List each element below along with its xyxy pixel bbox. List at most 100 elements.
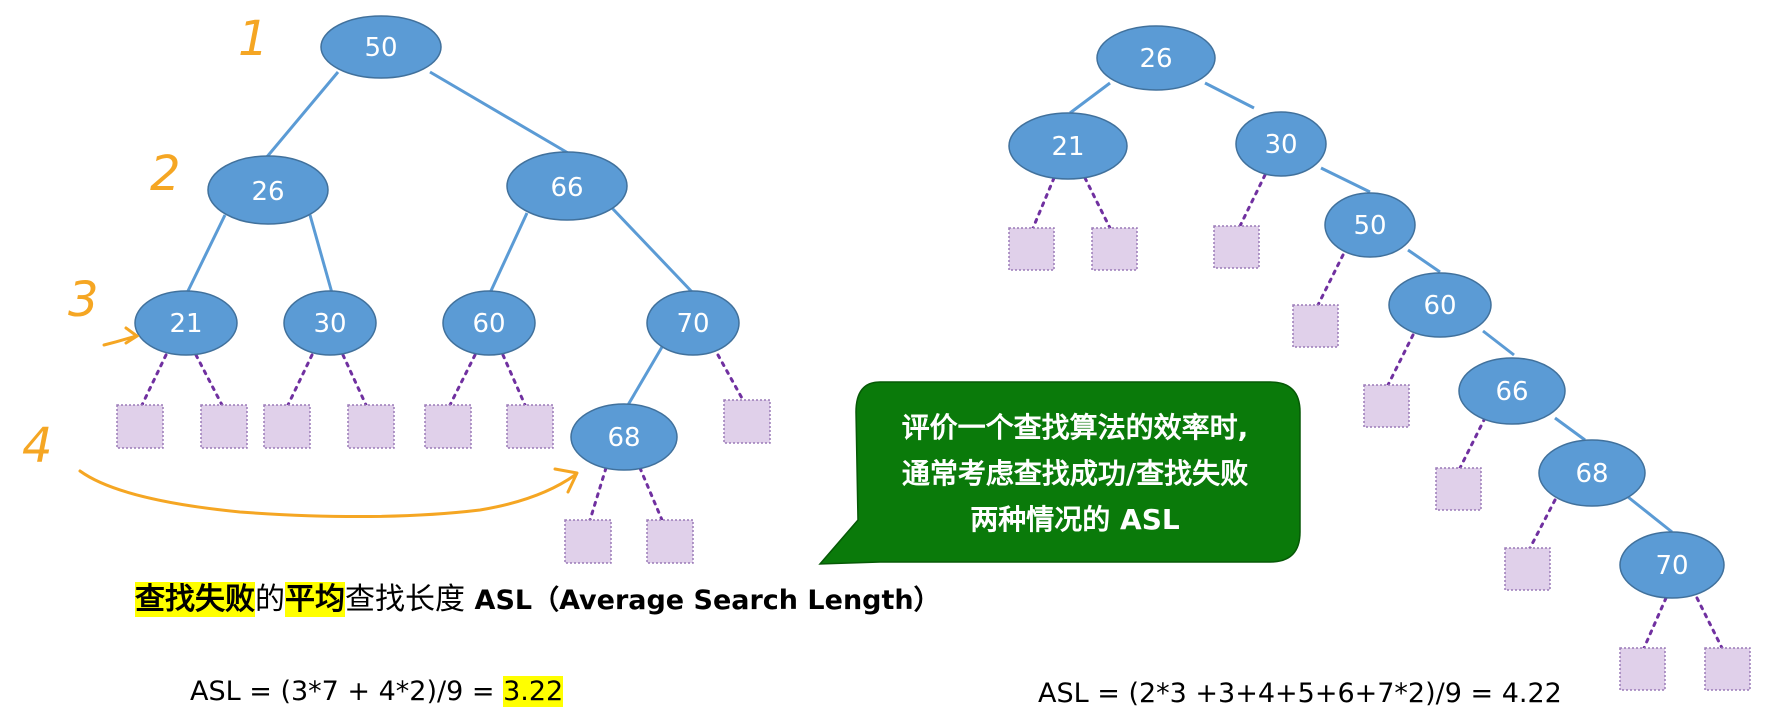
node-label: 21 xyxy=(1051,132,1084,162)
tree-node: 68 xyxy=(1538,439,1646,507)
node-label: 66 xyxy=(1495,377,1528,407)
failure-node-box xyxy=(116,404,164,449)
tree-node: 50 xyxy=(320,15,442,79)
callout-text: 评价一个查找算法的效率时, 通常考虑查找成功/查找失败 两种情况的 ASL xyxy=(850,405,1300,543)
tree-node: 70 xyxy=(1619,531,1725,599)
failure-node-box xyxy=(646,519,694,564)
edge-68-70 xyxy=(1627,495,1673,534)
node-label: 21 xyxy=(169,309,202,339)
node-label: 70 xyxy=(1655,551,1688,581)
tree-node: 21 xyxy=(1008,112,1128,180)
edge-50-60 xyxy=(1407,248,1441,274)
caption-text: 查找长度 xyxy=(345,582,475,617)
edge-50-26 xyxy=(264,71,340,159)
failure-node-box xyxy=(1091,227,1138,271)
callout-line: 两种情况的 ASL xyxy=(970,503,1180,536)
node-label: 66 xyxy=(550,173,583,203)
fail-edge xyxy=(194,353,224,407)
caption-asl-term: ASL（Average Search Length） xyxy=(474,585,941,616)
node-label: 68 xyxy=(607,423,640,453)
failure-node-box xyxy=(1008,227,1055,271)
tree-node: 68 xyxy=(570,403,678,471)
tree-node: 21 xyxy=(134,290,238,356)
failure-node-box xyxy=(723,399,771,444)
node-label: 30 xyxy=(1264,130,1297,160)
failure-node-box xyxy=(200,404,248,449)
edge-26-30 xyxy=(1204,81,1255,110)
node-label: 26 xyxy=(1139,44,1172,74)
formula-expression: ASL = (3*7 + 4*2)/9 = xyxy=(190,676,504,707)
node-label: 60 xyxy=(1423,291,1456,321)
callout-line: 评价一个查找算法的效率时, xyxy=(901,411,1249,444)
node-label: 60 xyxy=(472,309,505,339)
tree-node: 30 xyxy=(283,290,377,356)
caption-highlight-average: 平均 xyxy=(285,582,345,617)
fail-edge xyxy=(1316,253,1345,307)
tree-node: 26 xyxy=(1096,25,1216,91)
fail-edge xyxy=(1238,173,1267,228)
failure-node-box xyxy=(1504,547,1551,591)
left-tree-nodes: 50 26 66 21 30 60 70 68 xyxy=(134,15,740,471)
edge-66-68 xyxy=(1554,416,1586,442)
failure-node-box xyxy=(506,404,554,449)
edge-26-21 xyxy=(185,214,227,294)
edge-26-30 xyxy=(308,214,334,294)
node-label: 26 xyxy=(251,177,284,207)
tree-node: 60 xyxy=(442,290,536,356)
fail-edge xyxy=(588,466,608,522)
left-tree-edges xyxy=(185,70,695,406)
asl-caption: 查找失败的平均查找长度 ASL（Average Search Length） xyxy=(135,574,941,618)
failure-node-box xyxy=(1292,304,1339,348)
edge-70-68 xyxy=(626,346,664,406)
node-label: 70 xyxy=(676,309,709,339)
curved-arrow-icon xyxy=(78,469,577,519)
tree-node: 30 xyxy=(1235,111,1327,177)
formula-result-highlight: 3.22 xyxy=(503,676,564,707)
edge-60-66 xyxy=(1482,329,1515,357)
caption-highlight-failure: 查找失败 xyxy=(135,582,255,617)
level-label: 1 xyxy=(238,11,269,67)
fail-edge xyxy=(1386,333,1415,387)
edge-30-50 xyxy=(1320,166,1371,194)
tree-node: 70 xyxy=(646,290,740,356)
node-label: 50 xyxy=(1353,211,1386,241)
small-arrow-icon xyxy=(102,326,140,347)
failure-node-box xyxy=(263,404,311,449)
level-label: 3 xyxy=(68,272,99,328)
failure-node-box xyxy=(1213,225,1260,269)
edge-50-66 xyxy=(429,70,569,155)
fail-edge xyxy=(448,353,477,407)
fail-edge xyxy=(341,353,368,407)
fail-edge xyxy=(1695,596,1724,650)
caption-text: 的 xyxy=(255,582,285,617)
right-asl-formula: ASL = (2*3 +3+4+5+6+7*2)/9 = 4.22 xyxy=(1038,678,1562,709)
left-asl-formula: ASL = (3*7 + 4*2)/9 = 3.22 xyxy=(190,676,564,707)
fail-edge xyxy=(1642,596,1668,650)
failure-node-box xyxy=(1619,647,1666,691)
failure-node-box xyxy=(564,519,612,564)
tree-node: 66 xyxy=(506,151,628,221)
fail-edge xyxy=(638,466,664,522)
fail-edge xyxy=(716,353,745,402)
tree-node: 26 xyxy=(207,155,329,225)
failure-node-box xyxy=(1363,384,1410,428)
node-label: 30 xyxy=(313,309,346,339)
failure-node-box xyxy=(347,404,395,449)
fail-edge xyxy=(140,353,168,407)
fail-edge xyxy=(1458,416,1487,470)
fail-edge xyxy=(1083,176,1112,230)
failure-node-box xyxy=(424,404,472,449)
failure-node-box xyxy=(1704,647,1751,691)
right-tree: 26 21 30 50 60 66 68 70 xyxy=(1008,25,1751,691)
left-tree: 50 26 66 21 30 60 70 68 1 2 3 4 xyxy=(22,11,771,564)
tree-node: 66 xyxy=(1458,357,1566,425)
node-label: 50 xyxy=(364,33,397,63)
failure-node-box xyxy=(1435,467,1482,511)
edge-26-21 xyxy=(1069,81,1111,115)
tree-node: 60 xyxy=(1388,272,1492,338)
fail-edge xyxy=(1031,176,1056,230)
tree-node: 50 xyxy=(1324,192,1416,258)
callout-line: 通常考虑查找成功/查找失败 xyxy=(901,457,1249,490)
level-label: 2 xyxy=(150,146,181,202)
level-label: 4 xyxy=(22,418,53,474)
